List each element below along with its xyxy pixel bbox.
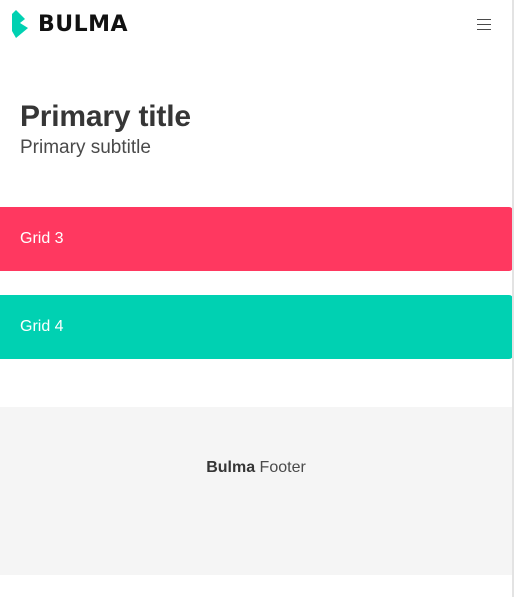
brand-logo-link[interactable]: BULMA xyxy=(12,10,128,38)
footer-label: Footer xyxy=(259,459,306,476)
grid-item-3: Grid 3 xyxy=(0,207,513,271)
hero-section: Primary title Primary subtitle xyxy=(20,98,490,160)
footer: Bulma Footer xyxy=(0,407,512,575)
navbar: BULMA xyxy=(0,0,512,48)
brand-text: BULMA xyxy=(38,11,129,37)
burger-line-middle xyxy=(477,23,491,25)
bulma-logo-icon xyxy=(12,10,28,38)
footer-brand: Bulma xyxy=(206,459,256,476)
burger-line-bottom xyxy=(477,28,491,30)
burger-line-top xyxy=(477,18,491,20)
footer-text: Bulma Footer xyxy=(206,458,306,575)
grid-item-label: Grid 4 xyxy=(20,318,64,335)
page-subtitle: Primary subtitle xyxy=(20,137,151,158)
page-title: Primary title xyxy=(20,100,191,133)
hamburger-menu-icon[interactable] xyxy=(472,12,496,36)
grid-item-label: Grid 3 xyxy=(20,230,64,247)
grid-item-4: Grid 4 xyxy=(0,295,513,359)
page: BULMA Primary title Primary subtitle Gri… xyxy=(0,0,514,597)
